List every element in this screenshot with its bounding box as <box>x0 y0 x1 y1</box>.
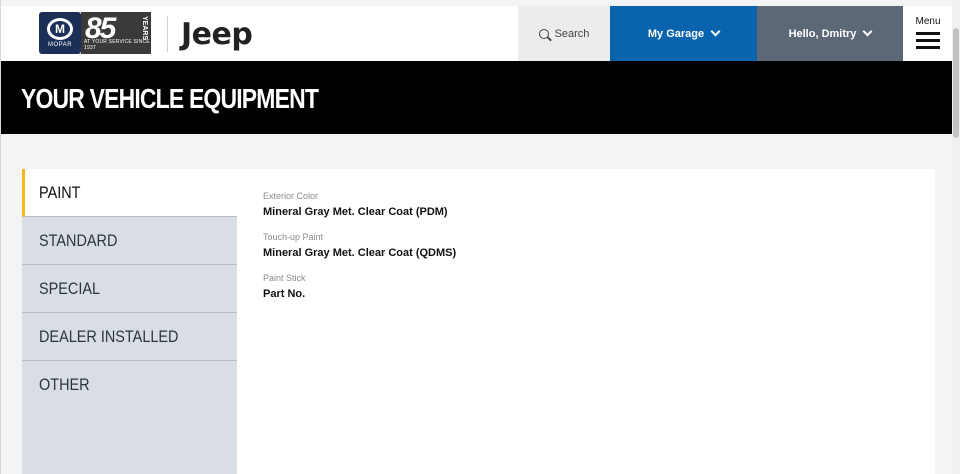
scrollbar-thumb[interactable] <box>953 28 959 138</box>
sidebar-item-label: OTHER <box>39 375 90 394</box>
sidebar-item-standard[interactable]: STANDARD <box>22 217 237 265</box>
chevron-down-icon <box>862 26 873 37</box>
jeep-logo[interactable]: Jeep <box>181 17 253 52</box>
search-button[interactable]: Search <box>518 6 610 61</box>
sidebar-item-other[interactable]: OTHER <box>22 361 237 409</box>
hamburger-icon <box>916 32 940 53</box>
equipment-sidebar: PAINT STANDARD SPECIAL DEALER INSTALLED … <box>22 169 237 474</box>
paint-details: Exterior Color Mineral Gray Met. Clear C… <box>263 191 456 314</box>
anniversary-badge: 85 YEARS AT YOUR SERVICE SINCE 1937 <box>81 12 151 54</box>
field-value: Mineral Gray Met. Clear Coat (QDMS) <box>263 247 457 259</box>
user-greeting: Hello, Dmitry <box>788 27 857 40</box>
exterior-color-field: Exterior Color Mineral Gray Met. Clear C… <box>263 191 456 218</box>
sidebar-item-label: PAINT <box>39 182 81 202</box>
field-value: Mineral Gray Met. Clear Coat (PDM) <box>263 206 448 218</box>
field-label: Exterior Color <box>263 191 319 201</box>
equipment-panel: PAINT STANDARD SPECIAL DEALER INSTALLED … <box>22 169 935 474</box>
site-header: M MOPAR 85 YEARS AT YOUR SERVICE SINCE 1… <box>1 6 953 74</box>
sidebar-item-dealer-installed[interactable]: DEALER INSTALLED <box>22 313 237 361</box>
touch-up-paint-field: Touch-up Paint Mineral Gray Met. Clear C… <box>263 232 456 259</box>
field-label: Touch-up Paint <box>263 232 324 242</box>
mopar-logo-text: MOPAR <box>47 42 73 48</box>
field-label: Paint Stick <box>263 273 306 283</box>
anniversary-tagline: AT YOUR SERVICE SINCE 1937 <box>84 39 150 51</box>
my-garage-dropdown[interactable]: My Garage <box>610 6 757 61</box>
anniversary-word: YEARS <box>141 16 148 41</box>
sidebar-item-paint[interactable]: PAINT <box>22 169 237 217</box>
menu-button[interactable]: Menu <box>903 6 953 61</box>
sidebar-item-special[interactable]: SPECIAL <box>22 265 237 313</box>
mopar-m-icon: M <box>47 18 73 40</box>
mopar-logo[interactable]: M MOPAR <box>39 12 81 54</box>
brand-divider <box>167 16 168 52</box>
chevron-down-icon <box>710 26 721 37</box>
page: M MOPAR 85 YEARS AT YOUR SERVICE SINCE 1… <box>0 0 953 474</box>
page-banner: YOUR VEHICLE EQUIPMENT <box>1 61 953 134</box>
sidebar-item-label: DEALER INSTALLED <box>39 326 179 346</box>
menu-label: Menu <box>915 16 941 27</box>
page-scrollbar[interactable] <box>952 0 960 474</box>
user-account-dropdown[interactable]: Hello, Dmitry <box>757 6 903 61</box>
field-value: Part No. <box>263 288 306 300</box>
sidebar-item-label: SPECIAL <box>39 278 101 298</box>
my-garage-label: My Garage <box>647 27 705 40</box>
page-title: YOUR VEHICLE EQUIPMENT <box>21 83 319 114</box>
search-icon <box>538 28 549 39</box>
search-label: Search <box>554 27 590 40</box>
sidebar-item-label: STANDARD <box>39 230 118 250</box>
paint-stick-field: Paint Stick Part No. <box>263 273 456 300</box>
